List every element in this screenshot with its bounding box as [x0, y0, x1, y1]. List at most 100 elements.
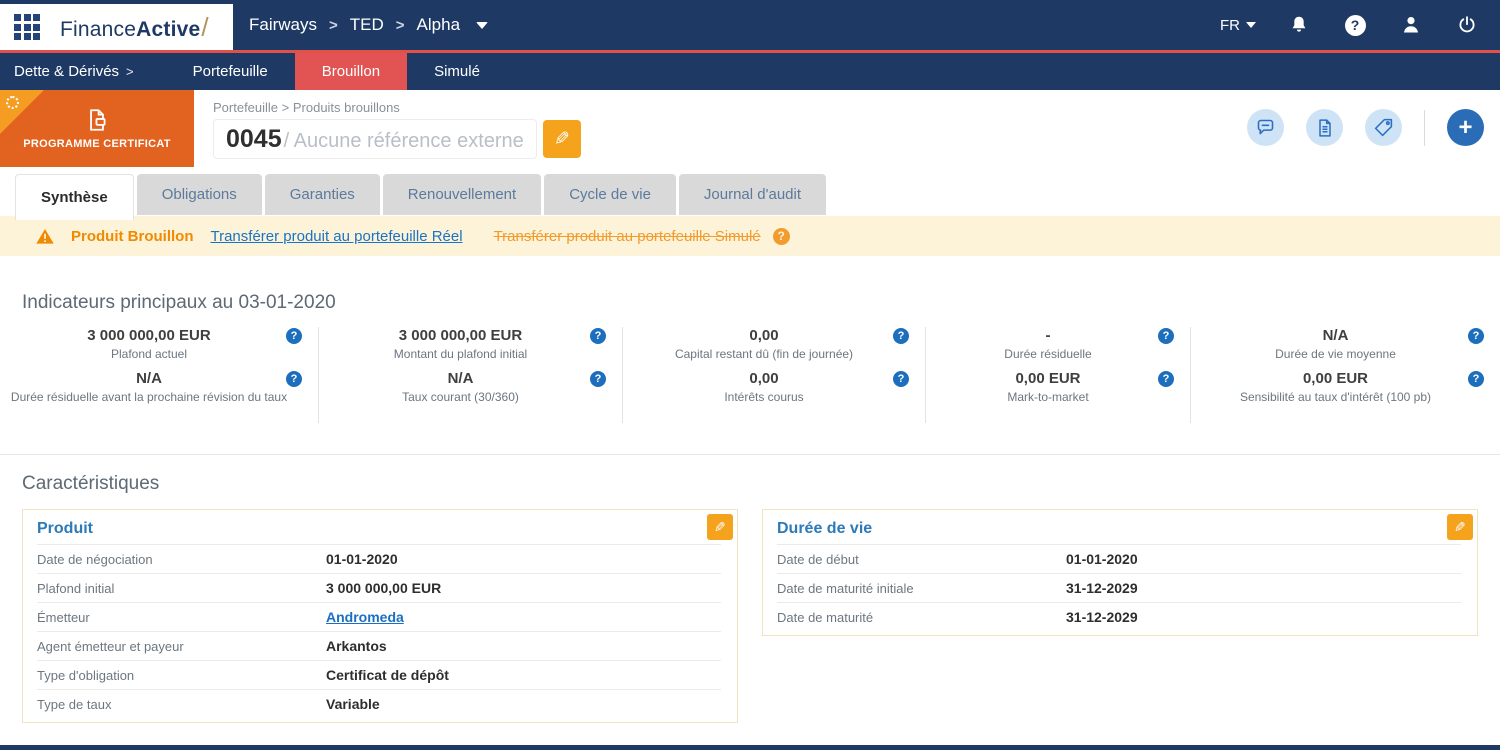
nav-brouillon[interactable]: Brouillon: [294, 53, 408, 90]
logo-area: FinanceActive/: [0, 4, 233, 50]
indicator-label: Intérêts courus: [724, 390, 804, 404]
indicators-title: Indicateurs principaux au 03-01-2020: [22, 292, 336, 313]
edit-reference-button[interactable]: ✎: [542, 120, 581, 158]
programme-certificat-badge[interactable]: PROGRAMME CERTIFICAT: [0, 90, 194, 167]
top-navbar: FinanceActive/ Fairways > TED > Alpha FR…: [0, 0, 1500, 53]
indicator-column: 3 000 000,00 EUR ? Montant du plafond in…: [318, 327, 622, 423]
indicator-duree-vie-moyenne: N/A ? Durée de vie moyenne: [1201, 327, 1484, 362]
chevron-right-icon: >: [126, 64, 134, 79]
tab-synthese[interactable]: Synthèse: [15, 174, 134, 220]
notifications-bell-icon[interactable]: [1286, 12, 1312, 38]
transfer-real-link[interactable]: Transférer produit au portefeuille Réel: [210, 228, 462, 245]
help-icon[interactable]: ?: [893, 328, 909, 344]
indicator-taux-courant: N/A ? Taux courant (30/360): [329, 370, 606, 405]
transfer-simulated-link-disabled: Transférer produit au portefeuille Simul…: [493, 227, 761, 245]
tab-journal-audit[interactable]: Journal d'audit: [678, 174, 827, 215]
tag-icon: [1374, 118, 1393, 137]
draft-status-label: Produit Brouillon: [71, 227, 194, 245]
draft-warning-bar: Produit Brouillon Transférer produit au …: [0, 216, 1500, 256]
nav-portefeuille[interactable]: Portefeuille: [166, 53, 295, 90]
table-row: Date de début 01-01-2020: [777, 544, 1461, 573]
table-row: Agent émetteur et payeur Arkantos: [37, 631, 721, 660]
user-profile-icon[interactable]: [1398, 12, 1424, 38]
indicator-label: Montant du plafond initial: [393, 347, 528, 361]
indicator-value: 3 000 000,00 EUR: [398, 327, 523, 344]
indicator-value: -: [1045, 327, 1051, 344]
row-value: Variable: [326, 696, 380, 712]
characteristics-cards: ✎ Produit Date de négociation 01-01-2020…: [22, 509, 1478, 723]
edit-duree-button[interactable]: ✎: [1447, 514, 1473, 540]
breadcrumb-ted[interactable]: TED: [350, 15, 384, 35]
page-breadcrumb: Portefeuille > Produits brouillons: [213, 100, 400, 115]
produit-card: ✎ Produit Date de négociation 01-01-2020…: [22, 509, 738, 723]
indicator-value: N/A: [1322, 327, 1349, 344]
breadcrumb-alpha[interactable]: Alpha: [417, 15, 460, 35]
icon-divider: [1424, 109, 1425, 146]
indicator-column: 3 000 000,00 EUR ? Plafond actuel N/A ? …: [0, 327, 318, 423]
product-reference: / Aucune référence externe: [283, 130, 524, 152]
row-value: 3 000 000,00 EUR: [326, 580, 442, 596]
tab-renouvellement[interactable]: Renouvellement: [382, 174, 542, 215]
help-icon[interactable]: ?: [286, 371, 302, 387]
table-row: Type de taux Variable: [37, 689, 721, 718]
comments-button[interactable]: [1247, 109, 1284, 146]
indicator-montant-plafond-initial: 3 000 000,00 EUR ? Montant du plafond in…: [329, 327, 606, 362]
logout-power-icon[interactable]: [1454, 12, 1480, 38]
row-value: Certificat de dépôt: [326, 667, 449, 683]
topbar-actions: FR ?: [1220, 0, 1500, 50]
indicator-label: Sensibilité au taux d'intérêt (100 pb): [1239, 390, 1432, 404]
nav-simule[interactable]: Simulé: [407, 53, 507, 90]
help-icon[interactable]: ?: [893, 371, 909, 387]
help-icon[interactable]: ?: [1342, 12, 1368, 38]
indicator-label: Taux courant (30/360): [402, 390, 519, 404]
brand-slash: /: [201, 11, 209, 42]
row-label: Type d'obligation: [37, 667, 135, 683]
app-grid-icon[interactable]: [14, 14, 40, 40]
help-icon[interactable]: ?: [590, 371, 606, 387]
header-main: Portefeuille > Produits brouillons 0045 …: [213, 90, 581, 167]
indicator-capital-restant: 0,00 ? Capital restant dû (fin de journé…: [633, 327, 909, 362]
breadcrumb-fairways[interactable]: Fairways: [249, 15, 317, 35]
indicator-mark-to-market: 0,00 EUR ? Mark-to-market: [936, 370, 1174, 405]
plus-icon: +: [1458, 113, 1473, 141]
help-icon[interactable]: ?: [590, 328, 606, 344]
tab-garanties[interactable]: Garanties: [264, 174, 380, 215]
indicator-value: 0,00: [749, 370, 779, 387]
tags-button[interactable]: [1365, 109, 1402, 146]
tab-obligations[interactable]: Obligations: [136, 174, 262, 215]
row-value: 01-01-2020: [1066, 551, 1138, 567]
warning-help-icon[interactable]: ?: [772, 227, 790, 245]
help-icon[interactable]: ?: [286, 328, 302, 344]
chevron-down-icon[interactable]: [476, 21, 489, 29]
breadcrumb-separator: >: [329, 16, 338, 34]
brand-logo: FinanceActive/: [60, 11, 209, 42]
emetteur-link[interactable]: Andromeda: [326, 609, 404, 625]
table-row: Date de maturité initiale 31-12-2029: [777, 573, 1461, 602]
indicator-column: N/A ? Durée de vie moyenne 0,00 EUR ? Se…: [1190, 327, 1500, 423]
indicators-grid: 3 000 000,00 EUR ? Plafond actuel N/A ? …: [0, 327, 1500, 423]
indicator-value: 0,00 EUR: [1015, 370, 1081, 387]
page: FinanceActive/ Fairways > TED > Alpha FR…: [0, 0, 1500, 750]
spinner-icon: [6, 96, 19, 109]
table-row: Plafond initial 3 000 000,00 EUR: [37, 573, 721, 602]
help-icon[interactable]: ?: [1158, 371, 1174, 387]
characteristics-section: Caractéristiques ✎ Produit Date de négoc…: [0, 455, 1500, 723]
certificate-icon: [90, 109, 106, 131]
help-icon[interactable]: ?: [1468, 371, 1484, 387]
row-label: Date de maturité initiale: [777, 580, 914, 596]
row-label: Type de taux: [37, 696, 112, 712]
tab-cycle-de-vie[interactable]: Cycle de vie: [544, 174, 676, 215]
language-selector[interactable]: FR: [1220, 17, 1256, 34]
indicator-column: - ? Durée résiduelle 0,00 EUR ? Mark-to-…: [925, 327, 1190, 423]
indicator-label: Durée résiduelle avant la prochaine révi…: [10, 390, 288, 404]
table-row: Date de maturité 31-12-2029: [777, 602, 1461, 631]
documents-button[interactable]: [1306, 109, 1343, 146]
table-row: Date de négociation 01-01-2020: [37, 544, 721, 573]
indicator-label: Mark-to-market: [1007, 390, 1089, 404]
help-icon[interactable]: ?: [1468, 328, 1484, 344]
edit-produit-button[interactable]: ✎: [707, 514, 733, 540]
add-button[interactable]: +: [1447, 109, 1484, 146]
help-icon[interactable]: ?: [1158, 328, 1174, 344]
duree-card-title: Durée de vie: [777, 520, 873, 537]
nav-dette-derives[interactable]: Dette & Dérivés >: [0, 53, 148, 90]
